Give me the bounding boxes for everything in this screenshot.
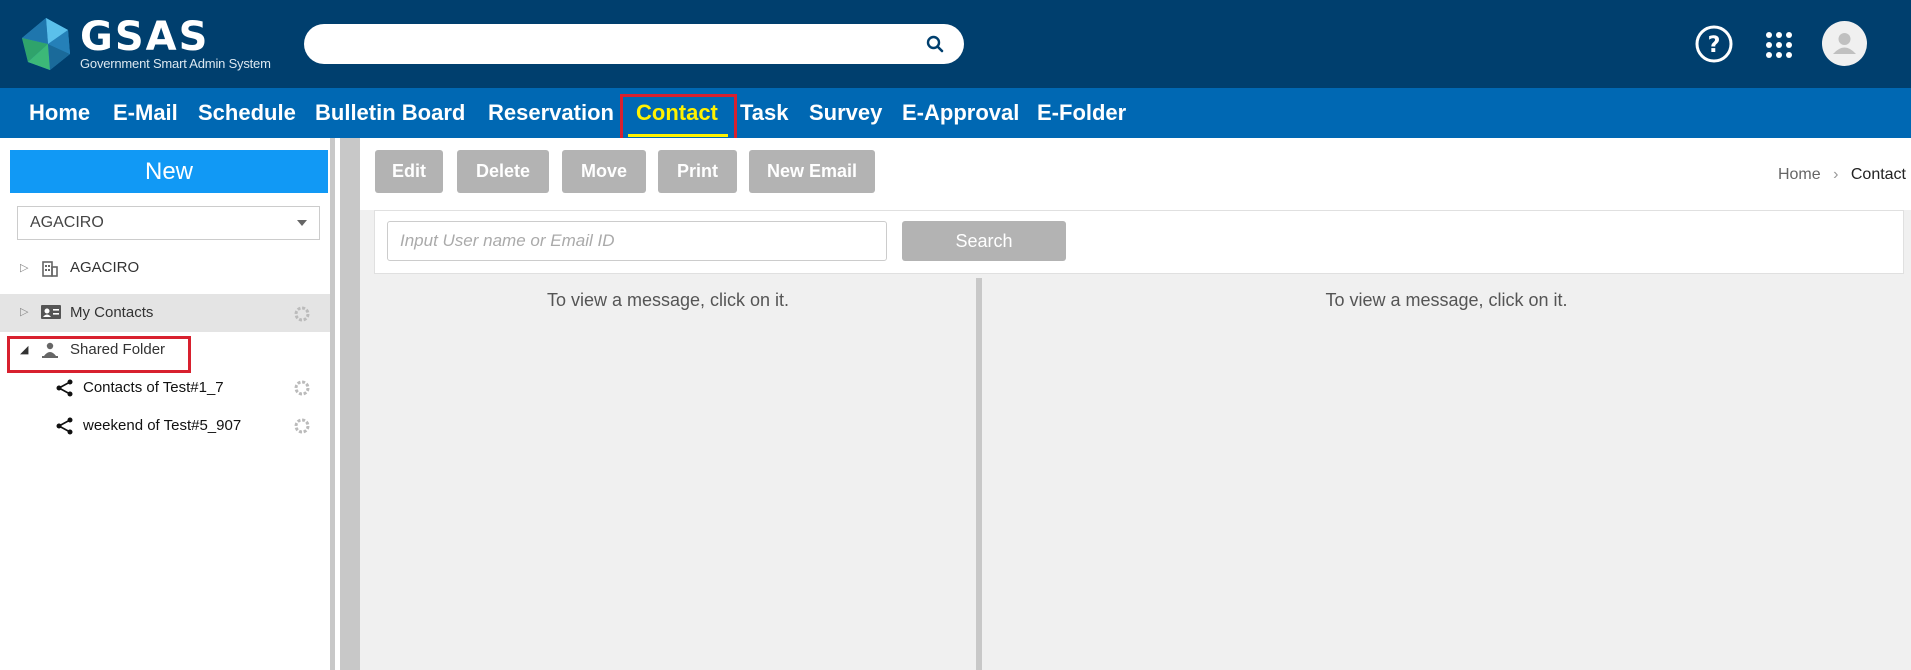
main-nav: Home E-Mail Schedule Bulletin Board Rese… [0, 88, 1911, 138]
move-button[interactable]: Move [562, 150, 646, 193]
nav-e-approval[interactable]: E-Approval [902, 88, 1019, 138]
contact-card-icon [41, 305, 61, 319]
sidebar-resize-handle[interactable] [340, 138, 360, 670]
nav-bulletin-board[interactable]: Bulletin Board [315, 88, 465, 138]
top-header: GSAS Government Smart Admin System ? [0, 0, 1911, 88]
building-icon [42, 261, 58, 277]
nav-home[interactable]: Home [29, 88, 90, 138]
contact-search-bar: Input User name or Email ID Search [374, 210, 1904, 274]
tree-item-my-contacts[interactable]: ▷ My Contacts [0, 294, 330, 332]
breadcrumb: Home › Contact [1778, 166, 1906, 184]
chevron-down-icon [297, 220, 307, 226]
nav-reservation[interactable]: Reservation [488, 88, 614, 138]
search-button[interactable]: Search [902, 221, 1066, 261]
nav-schedule[interactable]: Schedule [198, 88, 296, 138]
toolbar: Edit Delete Move Print New Email Home › … [360, 138, 1911, 210]
gear-icon[interactable] [292, 304, 312, 324]
help-icon[interactable]: ? [1694, 24, 1734, 64]
main-content: Edit Delete Move Print New Email Home › … [360, 138, 1911, 670]
share-icon [56, 379, 73, 397]
delete-button[interactable]: Delete [457, 150, 549, 193]
nav-e-folder[interactable]: E-Folder [1037, 88, 1126, 138]
logo-mark-icon [22, 18, 70, 70]
logo-title: GSAS [80, 14, 210, 60]
nav-task[interactable]: Task [740, 88, 789, 138]
expand-arrow-icon[interactable]: ▷ [20, 261, 28, 274]
new-button[interactable]: New [10, 150, 328, 193]
svg-text:?: ? [1708, 33, 1721, 58]
nav-survey[interactable]: Survey [809, 88, 882, 138]
apps-grid-icon[interactable] [1765, 31, 1793, 59]
tree-item-shared-contacts[interactable]: Contacts of Test#1_7 [0, 370, 330, 406]
gsas-logo[interactable]: GSAS Government Smart Admin System [18, 14, 271, 74]
list-pane-message: To view a message, click on it. [546, 290, 790, 310]
search-icon[interactable] [926, 35, 944, 53]
tree-item-label: My Contacts [70, 304, 154, 321]
pane-splitter[interactable] [976, 278, 982, 670]
edit-button[interactable]: Edit [375, 150, 443, 193]
share-icon [56, 417, 73, 435]
expand-arrow-icon[interactable]: ▷ [20, 305, 28, 318]
nav-email[interactable]: E-Mail [113, 88, 178, 138]
org-select-value: AGACIRO [30, 214, 104, 231]
contact-highlight-box [620, 94, 737, 143]
gear-icon[interactable] [292, 378, 312, 398]
tree-item-label: weekend of Test#5_907 [83, 417, 242, 434]
user-avatar-icon[interactable] [1822, 21, 1867, 66]
shared-folder-highlight-box [7, 336, 191, 373]
contact-search-input[interactable]: Input User name or Email ID [387, 221, 887, 261]
breadcrumb-home[interactable]: Home [1778, 166, 1821, 183]
detail-pane-message: To view a message, click on it. [1325, 290, 1568, 310]
sidebar: New AGACIRO ▷ AGACIRO ▷ My Contacts ◢ Sh… [0, 138, 330, 670]
global-search-input[interactable] [304, 24, 964, 64]
tree-item-label: AGACIRO [70, 259, 140, 276]
new-email-button[interactable]: New Email [749, 150, 875, 193]
gear-icon[interactable] [292, 416, 312, 436]
tree-item-agaciro[interactable]: ▷ AGACIRO [0, 250, 330, 286]
breadcrumb-current: Contact [1850, 166, 1906, 183]
tree-item-shared-weekend[interactable]: weekend of Test#5_907 [0, 408, 330, 444]
logo-subtitle: Government Smart Admin System [80, 56, 271, 71]
sidebar-splitter[interactable] [330, 138, 335, 670]
print-button[interactable]: Print [658, 150, 737, 193]
org-select[interactable]: AGACIRO [17, 206, 320, 240]
chevron-right-icon: › [1833, 166, 1839, 183]
tree-item-label: Contacts of Test#1_7 [83, 379, 224, 396]
